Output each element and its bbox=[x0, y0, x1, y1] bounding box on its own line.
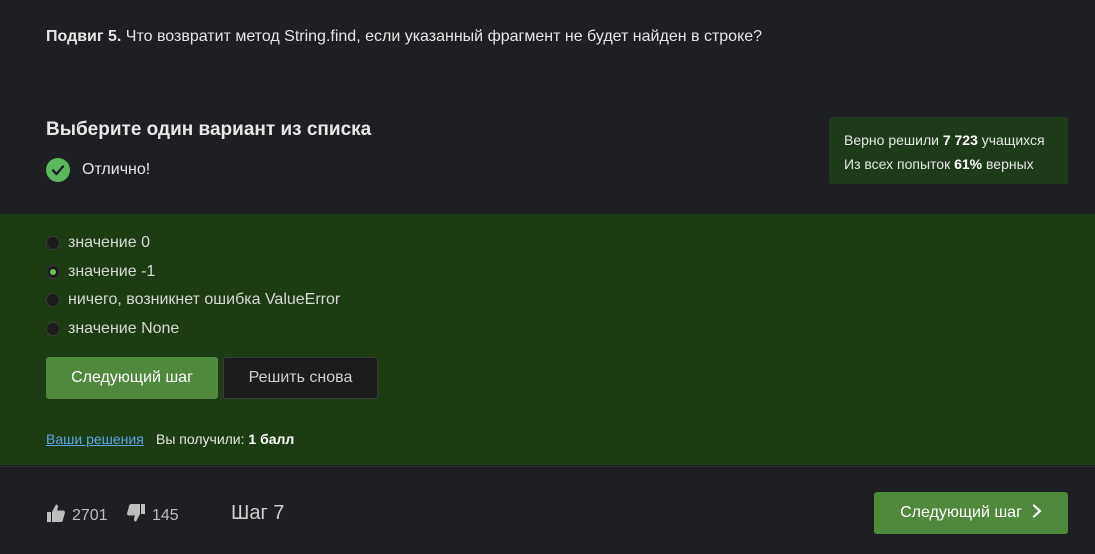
status-text: Отлично! bbox=[82, 161, 151, 178]
question-label: Подвиг 5. bbox=[46, 28, 122, 45]
step-label: Шаг 7 bbox=[231, 502, 285, 524]
score-value: 1 балл bbox=[248, 431, 295, 447]
option-label: ничего, возникнет ошибка ValueError bbox=[68, 291, 341, 308]
status-message: Отлично! bbox=[46, 158, 150, 182]
retry-button[interactable]: Решить снова bbox=[223, 357, 378, 399]
footer-next-label: Следующий шаг bbox=[900, 504, 1022, 521]
score-text: Вы получили: 1 балл bbox=[156, 431, 294, 447]
stats-percent-value: 61% bbox=[954, 156, 983, 172]
question-body: Что возвратит метод String.find, если ук… bbox=[125, 28, 763, 45]
answer-area: значение 0 значение -1 ничего, возникнет… bbox=[0, 214, 1095, 465]
chevron-right-icon bbox=[1032, 503, 1042, 523]
radio-button[interactable] bbox=[46, 293, 60, 307]
stats-percent-prefix: Из всех попыток bbox=[844, 156, 951, 172]
option-0[interactable]: значение 0 bbox=[46, 234, 150, 252]
option-label: значение -1 bbox=[68, 263, 156, 280]
stats-solved-count: 7 723 bbox=[942, 132, 978, 148]
stats-percent-suffix: верных bbox=[986, 156, 1034, 172]
option-2[interactable]: ничего, возникнет ошибка ValueError bbox=[46, 291, 340, 309]
section-title: Выберите один вариант из списка bbox=[46, 119, 372, 140]
option-3[interactable]: значение None bbox=[46, 320, 179, 338]
option-label: значение 0 bbox=[68, 234, 150, 251]
dislike-count: 145 bbox=[152, 506, 179, 524]
radio-button[interactable] bbox=[46, 322, 60, 336]
thumbs-up-icon bbox=[46, 503, 66, 528]
option-label: значение None bbox=[68, 320, 180, 337]
check-circle-icon bbox=[46, 158, 70, 182]
radio-button[interactable] bbox=[46, 236, 60, 250]
stats-panel: Верно решили 7 723 учащихся Из всех попы… bbox=[829, 117, 1068, 184]
stats-solved: Верно решили 7 723 учащихся bbox=[844, 128, 1068, 152]
your-solutions-link[interactable]: Ваши решения bbox=[46, 431, 144, 447]
like-count: 2701 bbox=[72, 506, 108, 524]
dislike-button[interactable]: 145 bbox=[126, 503, 179, 528]
option-1[interactable]: значение -1 bbox=[46, 263, 155, 281]
thumbs-down-icon bbox=[126, 503, 146, 528]
radio-button-checked[interactable] bbox=[46, 265, 60, 279]
footer-bar: 2701 145 Шаг 7 Следующий шаг bbox=[0, 466, 1095, 554]
question-text: Подвиг 5. Что возвратит метод String.fin… bbox=[46, 28, 762, 46]
next-step-button[interactable]: Следующий шаг bbox=[46, 357, 218, 399]
stats-solved-suffix: учащихся bbox=[981, 132, 1045, 148]
stats-percent: Из всех попыток 61% верных bbox=[844, 152, 1068, 176]
score-prefix: Вы получили: bbox=[156, 431, 245, 447]
like-button[interactable]: 2701 bbox=[46, 503, 108, 528]
footer-next-step-button[interactable]: Следующий шаг bbox=[874, 492, 1068, 534]
stats-solved-prefix: Верно решили bbox=[844, 132, 939, 148]
